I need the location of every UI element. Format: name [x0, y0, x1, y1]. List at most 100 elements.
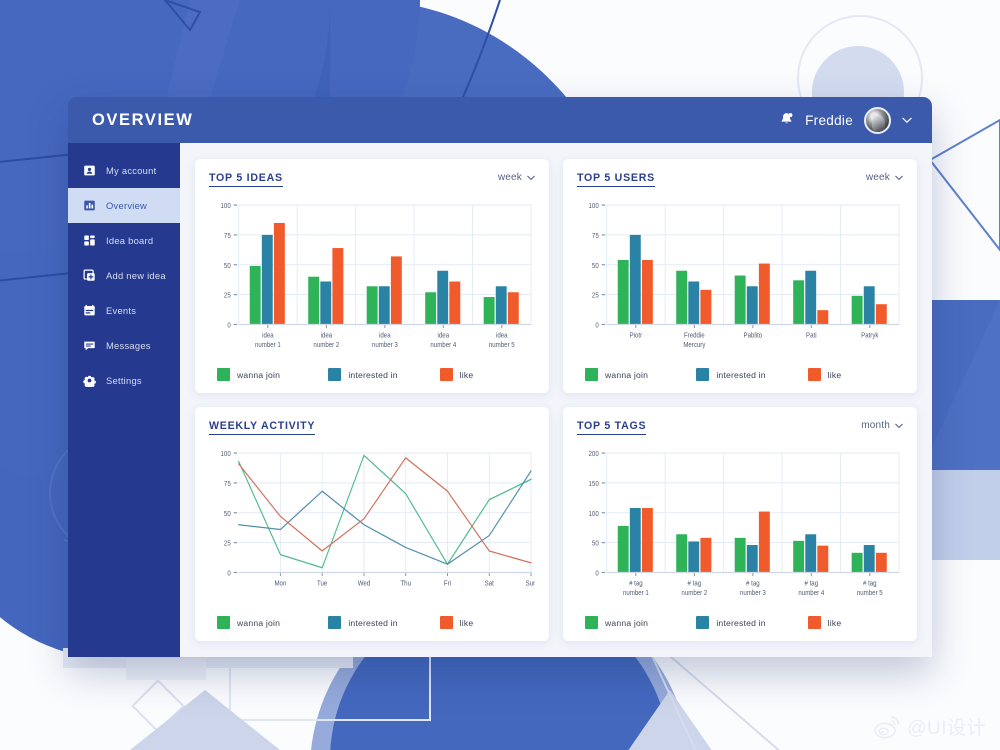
svg-text:number 3: number 3	[372, 341, 398, 349]
svg-text:100: 100	[221, 451, 231, 459]
legend-label: wanna join	[605, 617, 649, 628]
svg-text:# tag: # tag	[746, 580, 760, 588]
sidebar-item-events[interactable]: Events	[68, 293, 180, 328]
card-header: TOP 5 USERS week	[577, 172, 903, 187]
bar-wanna-join	[617, 525, 629, 573]
bar-like	[817, 310, 829, 325]
range-label: week	[497, 172, 522, 183]
watermark-text: @UI设计	[907, 718, 986, 739]
range-label: month	[861, 420, 890, 431]
chevron-down-icon	[895, 175, 903, 180]
dashboard-window: OVERVIEW Freddie My account Overview Ide…	[68, 97, 932, 657]
svg-text:25: 25	[224, 292, 231, 300]
legend-item: interested in	[688, 368, 791, 381]
account-card-icon	[84, 165, 95, 176]
svg-text:Fri: Fri	[444, 580, 452, 588]
sidebar-item-idea-board[interactable]: Idea board	[68, 223, 180, 258]
watermark: @UI设计	[874, 713, 986, 740]
bar-like	[758, 263, 770, 325]
chevron-down-icon[interactable]	[902, 117, 912, 124]
sidebar-item-label: Add new idea	[106, 270, 166, 281]
bar-interested-in	[629, 507, 641, 573]
sidebar-item-my-account[interactable]: My account	[68, 153, 180, 188]
legend-swatch-like	[807, 368, 821, 381]
legend-label: interested in	[716, 369, 766, 380]
svg-text:Pati: Pati	[806, 332, 817, 340]
user-name: Freddie	[805, 112, 853, 128]
legend-swatch-wanna-join	[217, 368, 230, 381]
bar-wanna-join	[617, 259, 629, 325]
legend-swatch-like	[439, 616, 453, 629]
bar-wanna-join	[483, 297, 495, 325]
legend-item: like	[432, 368, 535, 381]
bar-like	[875, 552, 887, 573]
svg-text:200: 200	[589, 451, 599, 459]
card-header: WEEKLY ACTIVITY	[209, 420, 535, 435]
legend-item: interested in	[320, 368, 423, 381]
avatar[interactable]	[864, 106, 891, 134]
bar-wanna-join	[793, 540, 805, 573]
user-menu[interactable]: Freddie	[779, 106, 912, 134]
line-wanna-join	[238, 454, 532, 569]
sidebar-item-overview[interactable]: Overview	[68, 188, 180, 223]
bar-interested-in	[863, 545, 875, 573]
bar-wanna-join	[425, 292, 437, 325]
legend-label: like	[827, 617, 842, 628]
chart-plot-area: 0 25 50 75 100 Piotr Freddie Mercury Pablito Pati…	[577, 198, 903, 362]
range-selector-week[interactable]: week	[498, 172, 535, 183]
svg-text:75: 75	[592, 233, 599, 241]
svg-text:50: 50	[592, 262, 599, 270]
bar-interested-in	[378, 286, 390, 325]
bar-like	[700, 537, 712, 573]
svg-text:number 2: number 2	[313, 341, 339, 349]
bar-wanna-join	[249, 265, 261, 325]
chart-legend: wanna join interested in like	[209, 610, 535, 631]
legend-swatch-interested-in	[696, 616, 710, 629]
sidebar-item-settings[interactable]: Settings	[68, 363, 180, 398]
bar-like	[758, 511, 770, 573]
bar-like	[817, 545, 829, 573]
bar-like	[273, 222, 285, 325]
bar-interested-in	[805, 534, 817, 573]
bar-like	[390, 256, 402, 325]
range-selector-week[interactable]: week	[866, 172, 903, 183]
sidebar-item-messages[interactable]: Messages	[68, 328, 180, 363]
svg-text:Mercury: Mercury	[683, 341, 706, 349]
svg-text:# tag: # tag	[688, 580, 702, 588]
legend-label: interested in	[348, 617, 398, 628]
legend-swatch-wanna-join	[585, 616, 598, 629]
calendar-icon	[84, 304, 95, 316]
svg-text:0: 0	[227, 570, 231, 578]
svg-text:100: 100	[589, 510, 599, 518]
legend-swatch-wanna-join	[585, 368, 598, 381]
chart-plot-area: 0 50 100 150 200 # tag number 1 # tag number 2 # …	[577, 446, 903, 610]
add-square-icon	[83, 269, 95, 281]
chart-top_tags: 050100150200# tagnumber 1# tagnumber 2# …	[589, 451, 900, 597]
bar-like	[449, 281, 461, 325]
bar-interested-in	[746, 545, 758, 573]
bar-like	[875, 304, 887, 325]
legend-item: wanna join	[209, 616, 312, 629]
legend-item: like	[800, 368, 903, 381]
card-header: TOP 5 IDEAS week	[209, 172, 535, 187]
sidebar-item-label: Events	[106, 305, 137, 316]
sidebar-item-add-new-idea[interactable]: Add new idea	[68, 258, 180, 293]
svg-text:0: 0	[227, 322, 231, 330]
svg-text:number 5: number 5	[857, 589, 883, 597]
svg-text:idea: idea	[262, 332, 274, 340]
svg-text:50: 50	[592, 540, 599, 548]
bar-interested-in	[320, 281, 332, 325]
svg-text:0: 0	[595, 570, 599, 578]
dashboard-content: TOP 5 IDEAS week 0 25 50 75 100 idea number 1i…	[180, 143, 932, 657]
range-selector-month[interactable]: month	[861, 420, 903, 431]
svg-text:Mon: Mon	[274, 580, 286, 588]
bar-wanna-join	[734, 537, 746, 573]
legend-swatch-interested-in	[696, 368, 710, 381]
svg-text:# tag: # tag	[805, 580, 819, 588]
window-header: OVERVIEW Freddie	[68, 97, 932, 143]
legend-item: wanna join	[577, 616, 680, 629]
svg-text:Tue: Tue	[317, 580, 328, 588]
bell-icon[interactable]	[779, 112, 794, 128]
bar-wanna-join	[676, 270, 688, 325]
bar-like	[700, 289, 712, 325]
